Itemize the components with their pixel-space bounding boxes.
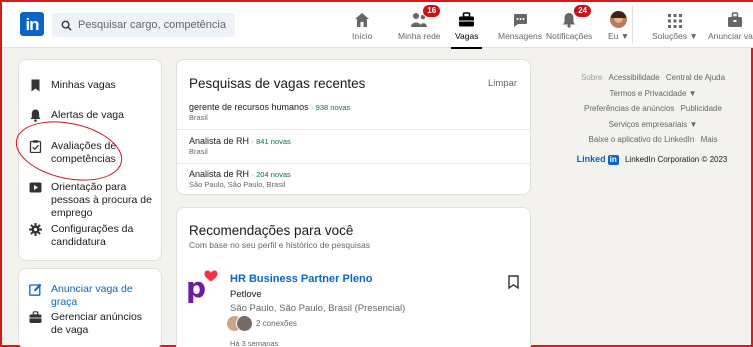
nav-jobs-label: Vagas (455, 31, 479, 41)
bookmark-icon (31, 79, 40, 92)
notifications-badge: 24 (573, 4, 593, 18)
post-job-free-link[interactable]: Anunciar vaga de graça (29, 283, 161, 309)
post-job-free-label: Anunciar vaga de graça (51, 283, 133, 308)
nav-home[interactable]: Início (352, 6, 372, 46)
search-input[interactable] (78, 19, 228, 31)
footer-link-help-center[interactable]: Central de Ajuda (666, 73, 725, 82)
recent-search-title: Analista de RH (189, 169, 250, 179)
briefcase-icon (459, 12, 475, 27)
nav-jobs[interactable]: Vagas (450, 6, 484, 49)
recent-search-item[interactable]: gerente de recursos humanos · 938 novas … (189, 102, 519, 122)
footer-link-business-services[interactable]: Serviços empresariais ▼ (609, 120, 698, 129)
grid-apps-icon (667, 14, 682, 28)
nav-me[interactable]: Eu ▼ (608, 6, 629, 46)
manage-job-posts-label: Gerenciar anúncios de vaga (51, 311, 143, 336)
job-posted-time: Há 3 semanas (230, 339, 279, 347)
messaging-icon (513, 14, 527, 27)
footer-copyright: LinkedIn Corporation © 2023 (624, 154, 728, 164)
recommendations-subtitle: Com base no seu perfil e histórico de pe… (189, 240, 370, 250)
nav-messages[interactable]: Mensagens (498, 6, 542, 46)
edit-pencil-icon (29, 283, 42, 296)
connection-avatar (236, 315, 253, 332)
recent-search-item[interactable]: Analista de RH · 204 novas São Paulo, Sã… (189, 169, 519, 189)
search-icon (61, 20, 72, 31)
sidebar-item-job-alerts[interactable]: Alertas de vaga (29, 109, 124, 122)
home-icon (355, 13, 370, 27)
linkedin-logo-icon[interactable]: in (20, 12, 44, 36)
nav-messages-label: Mensagens (498, 31, 542, 41)
top-navigation-bar: in Início 16 Minha rede Vagas Mensagens … (2, 2, 753, 49)
avatar (610, 11, 628, 28)
post-job-briefcase-icon (728, 12, 743, 27)
job-company: Petlove (230, 289, 262, 300)
recent-search-title: gerente de recursos humanos (189, 102, 309, 112)
search-box[interactable] (52, 13, 235, 37)
sidebar-item-label: Alertas de vaga (51, 109, 124, 121)
nav-post-job-label: Anunciar vaga (708, 31, 753, 41)
recent-search-new-count: · 938 novas (311, 103, 351, 112)
recommendations-title: Recomendações para você (189, 223, 354, 238)
recent-search-new-count: · 841 novas (251, 137, 291, 146)
nav-post-job[interactable]: Anunciar vaga (708, 6, 753, 46)
linkedin-wordmark: Linked (576, 153, 606, 164)
recent-search-title: Analista de RH (189, 136, 250, 146)
footer-link-more[interactable]: Mais (701, 135, 718, 144)
bookmark-icon[interactable] (508, 275, 519, 289)
clear-button[interactable]: Limpar (488, 78, 517, 89)
nav-my-network[interactable]: 16 Minha rede (398, 4, 442, 46)
recent-searches-card: Pesquisas de vagas recentes Limpar geren… (176, 59, 531, 195)
gear-icon (29, 223, 42, 236)
footer-links: Sobre Acessibilidade Central de Ajuda Te… (562, 70, 744, 167)
recent-search-new-count: · 204 novas (251, 170, 291, 179)
post-job-card: Anunciar vaga de graça Gerenciar anúncio… (18, 268, 162, 347)
job-title-link[interactable]: HR Business Partner Pleno (230, 273, 372, 285)
sidebar-item-job-seeker-guidance[interactable]: Orientação para pessoas à procura de emp… (29, 181, 159, 220)
recent-search-location: Brasil (189, 113, 208, 122)
footer-link-accessibility[interactable]: Acessibilidade (609, 73, 660, 82)
recent-search-location: São Paulo, São Paulo, Brasil (189, 180, 286, 189)
job-connections[interactable]: 2 conexões (226, 315, 297, 332)
connections-count: 2 conexões (256, 319, 297, 328)
footer-link-get-app[interactable]: Baixe o aplicativo do LinkedIn (589, 135, 695, 144)
footer-link-ad-preferences[interactable]: Preferências de anúncios (584, 104, 674, 113)
nav-home-label: Início (352, 31, 373, 41)
footer-link-about[interactable]: Sobre (581, 73, 602, 82)
sidebar-item-application-settings[interactable]: Configurações da candidatura (29, 223, 153, 249)
sidebar-item-my-jobs[interactable]: Minhas vagas (29, 79, 116, 92)
footer-link-advertising[interactable]: Publicidade (681, 104, 722, 113)
recent-search-location: Brasil (189, 147, 208, 156)
heart-icon (204, 270, 218, 282)
recommendations-card: Recomendações para você Com base no seu … (176, 207, 531, 347)
nav-solutions-label: Soluções ▼ (652, 31, 698, 41)
bell-icon (30, 109, 41, 122)
sidebar-item-label: Minhas vagas (51, 79, 116, 91)
nav-solutions[interactable]: Soluções ▼ (652, 6, 698, 46)
nav-notifications[interactable]: 24 Notificações (546, 4, 593, 46)
network-badge: 16 (422, 4, 442, 18)
nav-me-label: Eu ▼ (608, 31, 630, 41)
footer-brand: Linked in LinkedIn Corporation © 2023 (562, 152, 744, 168)
linkedin-mini-logo-icon: in (607, 154, 619, 165)
company-logo[interactable]: p (186, 270, 220, 304)
job-location: São Paulo, São Paulo, Brasil (Presencial… (230, 303, 406, 314)
video-play-icon (29, 182, 42, 193)
nav-notifications-label: Notificações (546, 31, 593, 41)
briefcase-icon (29, 311, 42, 323)
nav-my-network-label: Minha rede (398, 31, 441, 41)
footer-link-terms-privacy[interactable]: Termos e Privacidade ▼ (609, 89, 696, 98)
divider (177, 129, 530, 130)
divider (177, 163, 530, 164)
manage-job-posts-link[interactable]: Gerenciar anúncios de vaga (29, 311, 155, 337)
recent-searches-title: Pesquisas de vagas recentes (189, 76, 366, 91)
nav-divider (632, 6, 633, 44)
sidebar-item-label: Configurações da candidatura (51, 223, 134, 248)
sidebar-item-label: Orientação para pessoas à procura de emp… (51, 181, 152, 219)
recent-search-item[interactable]: Analista de RH · 841 novas Brasil (189, 136, 519, 156)
